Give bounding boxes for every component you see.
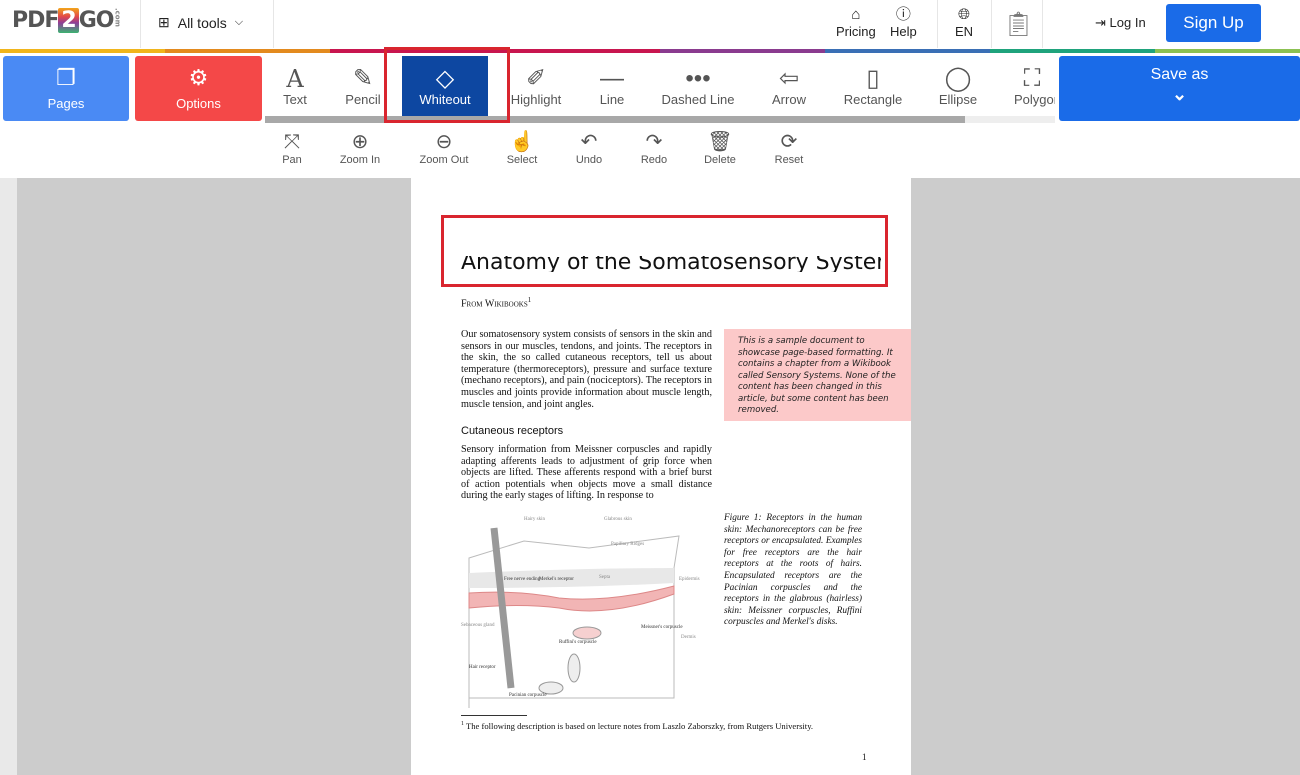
history-clipboard-icon[interactable]: 📋︎ [1003,10,1033,39]
login-link[interactable]: ⇥ Log In [1095,15,1146,31]
signup-button[interactable]: Sign Up [1166,4,1261,42]
ellipse-icon: ◯ [944,65,972,92]
figure-label: Free nerve ending [504,577,541,582]
figure-label: Hairy skin [524,517,545,522]
pan-arrows-icon: ⤧ [284,131,300,153]
viewer-left-edge [0,178,17,775]
zoom-out-button[interactable]: ⊖ Zoom Out [414,130,474,166]
pages-icon: ❐ [56,65,76,90]
zoom-out-icon: ⊖ [435,131,453,153]
reset-button[interactable]: ⟳ Reset [769,130,809,166]
tool-pencil[interactable]: ✎ Pencil [338,56,388,116]
language-selector[interactable]: 🌐︎ EN [955,6,973,39]
globe-icon: 🌐︎ [958,6,971,23]
undo-icon: ↶ [580,131,598,153]
grid-icon: ⊞ [158,14,170,30]
sample-note: This is a sample document to showcase pa… [724,329,911,421]
tool-dashed-line[interactable]: ••• Dashed Line [655,56,741,116]
figure-label: Merkel's receptor [539,577,574,582]
help-link[interactable]: ⓘ Help [890,6,917,39]
footnote: 1 The following description is based on … [461,721,814,731]
figure-label: Sebaceous gland [461,623,495,628]
login-icon: ⇥ [1095,15,1106,30]
tool-line[interactable]: — Line [590,56,634,116]
annotation-highlight-box [384,47,510,123]
delete-button[interactable]: 🗑︎ Delete [700,130,740,166]
gear-icon: ⚙ [188,65,209,90]
brand-stripe [165,49,330,53]
tag-icon: ⌂ [851,6,861,23]
tool-ellipse[interactable]: ◯ Ellipse [933,56,983,116]
tool-highlight[interactable]: ✐ Highlight [505,56,567,116]
figure-label: Epidermis [679,577,700,582]
divider [937,0,938,48]
text-icon: A [286,65,304,93]
options-button[interactable]: ⚙ Options [135,56,262,121]
polygon-icon: ⛶ [1023,65,1041,92]
highlighter-icon: ✐ [525,65,547,92]
byline: From Wikibooks1 [461,296,532,310]
divider [991,0,992,48]
divider [140,0,141,48]
figure-label: Meissner's corpuscle [641,625,683,630]
line-icon: — [600,65,624,92]
zoom-in-button[interactable]: ⊕ Zoom In [335,130,385,166]
refresh-icon: ⟳ [780,131,798,153]
tool-text[interactable]: A Text [270,56,320,116]
redo-button[interactable]: ↷ Redo [634,130,674,166]
figure-label: Hair receptor [469,665,496,670]
toolbar-scrollbar-thumb[interactable] [265,116,965,123]
tool-rectangle[interactable]: ▯ Rectangle [840,56,906,116]
brand-stripe [1155,49,1300,53]
hand-pointer-icon: ☝ [509,131,535,153]
figure-caption: Figure 1: Receptors in the human skin: M… [724,513,862,628]
section-paragraph: Sensory information from Meissner corpus… [461,444,712,502]
trash-icon: 🗑︎ [707,131,733,153]
intro-paragraph: Our somatosensory system consists of sen… [461,329,712,410]
section-heading: Cutaneous receptors [461,425,564,437]
page-number: 1 [862,752,867,762]
top-header: PDF 2 GO.com ⊞ All tools ⌵ ⌂ Pricing ⓘ Help 🌐︎… [0,0,1300,49]
tool-polygon[interactable]: ⛶Polygon [1010,56,1055,116]
save-as-button[interactable]: Save as ⌄ [1059,56,1300,121]
all-tools-menu[interactable]: ⊞ All tools ⌵ [158,14,243,31]
help-circle-icon: ⓘ [895,6,911,23]
figure-label: Ruffini's corpuscle [559,640,597,645]
dots-icon: ••• [685,65,711,92]
redo-icon: ↷ [645,131,663,153]
brand-stripe [990,49,1155,53]
pricing-link[interactable]: ⌂ Pricing [836,6,876,39]
zoom-in-icon: ⊕ [351,131,369,153]
divider [1042,0,1043,48]
pencil-icon: ✎ [352,65,374,92]
chevron-down-icon: ⌄ [1171,84,1188,104]
pages-button[interactable]: ❐ Pages [3,56,129,121]
arrow-left-icon: ⇦ [778,65,800,92]
figure-label: Pacinian corpuscle [509,693,547,698]
select-button[interactable]: ☝ Select [502,130,542,166]
brand-stripe [825,49,990,53]
footnote-rule [461,715,527,716]
annotation-highlight-box [441,215,888,287]
pdf2go-logo[interactable]: PDF 2 GO.com [12,8,122,33]
brand-stripe [660,49,825,53]
tool-arrow[interactable]: ⇦ Arrow [764,56,814,116]
figure-label: Dermis [681,635,696,640]
brand-stripe [0,49,165,53]
undo-button[interactable]: ↶ Undo [569,130,609,166]
pan-button[interactable]: ⤧ Pan [272,130,312,166]
figure-label: Papillary Ridges [611,542,644,547]
figure-label: Glabrous skin [604,517,632,522]
rectangle-icon: ▯ [866,65,880,92]
skin-receptors-figure: Hairy skin Glabrous skin Papillary Ridge… [461,517,700,708]
figure-label: Septa [599,575,611,580]
chevron-down-icon: ⌵ [234,16,244,28]
divider [273,0,274,48]
